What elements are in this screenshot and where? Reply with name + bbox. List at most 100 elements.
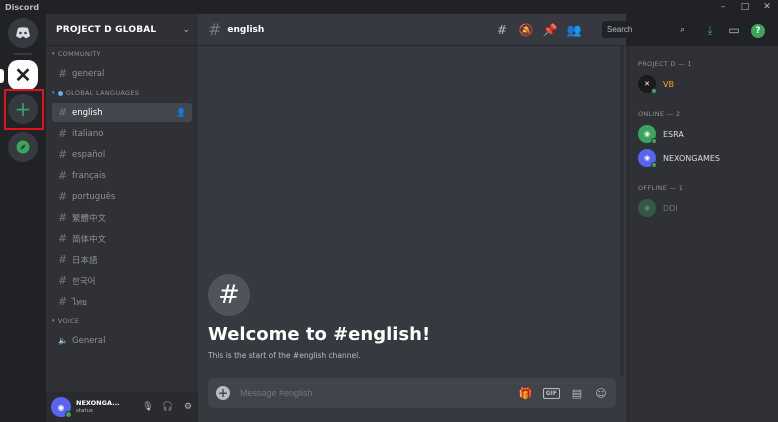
gift-icon[interactable]: 🎁 bbox=[519, 387, 533, 400]
app-title: Discord bbox=[5, 2, 40, 12]
avatar: ◉ bbox=[638, 199, 656, 217]
channel-label: português bbox=[72, 191, 116, 202]
add-user-icon[interactable]: 👤 bbox=[176, 108, 186, 117]
plus-icon: + bbox=[14, 97, 32, 121]
welcome-title: Welcome to #english! bbox=[208, 324, 431, 345]
help-icon: ? bbox=[751, 24, 765, 38]
avatar[interactable]: ◉ bbox=[51, 397, 72, 418]
gif-button[interactable]: GIF bbox=[542, 387, 560, 399]
message-input[interactable] bbox=[240, 388, 509, 398]
compass-icon bbox=[16, 140, 30, 154]
sticker-icon[interactable]: ▤ bbox=[570, 387, 584, 400]
channel-traditional-chinese[interactable]: # 繁體中文 bbox=[52, 208, 192, 227]
online-status-dot bbox=[651, 88, 657, 94]
member-item[interactable]: ◉ NEXONGAMES bbox=[630, 146, 778, 170]
channel-italiano[interactable]: # italiano bbox=[52, 124, 192, 143]
hash-icon: # bbox=[58, 67, 68, 80]
channel-english[interactable]: # english 👤 bbox=[52, 103, 192, 122]
globe-icon bbox=[57, 90, 63, 96]
header-toolbar: # 🔕 📌 👥 bbox=[490, 14, 586, 46]
headphones-icon[interactable]: 🎧 bbox=[158, 402, 178, 412]
hash-icon: # bbox=[58, 106, 68, 119]
channel-espanol[interactable]: # español bbox=[52, 145, 192, 164]
hash-icon: # bbox=[58, 295, 68, 308]
avatar: ◉ bbox=[638, 149, 657, 168]
hash-icon: # bbox=[58, 274, 68, 287]
hash-icon: # bbox=[58, 127, 68, 140]
upload-button[interactable]: + bbox=[216, 386, 230, 400]
category-community[interactable]: ▾ COMMUNITY bbox=[46, 46, 198, 62]
member-name: VB bbox=[663, 79, 674, 89]
member-item[interactable]: ◉ DDI bbox=[630, 196, 778, 220]
inbox-icon[interactable]: ▭ bbox=[722, 23, 746, 37]
hash-icon: # bbox=[58, 211, 68, 224]
channel-korean[interactable]: # 한국어 bbox=[52, 271, 192, 290]
member-name: ESRA bbox=[663, 129, 684, 139]
minimize-button[interactable]: – bbox=[712, 0, 734, 14]
channel-sidebar: PROJECT D GLOBAL ⌄ ▾ COMMUNITY # general … bbox=[46, 14, 198, 422]
channel-label: ไทย bbox=[72, 297, 87, 308]
threads-icon[interactable]: # bbox=[490, 23, 514, 37]
online-status-dot bbox=[651, 138, 657, 144]
member-name: DDI bbox=[663, 203, 678, 213]
member-group-label: PROJECT D — 1 bbox=[638, 60, 692, 68]
category-global-languages[interactable]: ▾ GLOBAL LANGUAGES bbox=[46, 85, 198, 101]
category-voice[interactable]: ▾ VOICE bbox=[46, 313, 198, 329]
guild-name: PROJECT D GLOBAL bbox=[56, 24, 157, 35]
search-input[interactable] bbox=[607, 25, 680, 34]
channel-hash-badge: # bbox=[208, 274, 250, 316]
gear-icon[interactable]: ⚙ bbox=[178, 402, 198, 412]
channel-simplified-chinese[interactable]: # 简体中文 bbox=[52, 229, 192, 248]
channel-label: 繁體中文 bbox=[72, 213, 107, 224]
caret-down-icon: ▾ bbox=[52, 318, 55, 324]
channel-thai[interactable]: # ไทย bbox=[52, 292, 192, 311]
hash-icon: # bbox=[58, 253, 68, 266]
search-box[interactable]: ⌕ bbox=[602, 21, 690, 38]
chat-area: # english # Welcome to #english! This is… bbox=[198, 14, 626, 422]
chat-scrollbar[interactable] bbox=[620, 46, 624, 376]
hash-icon: # bbox=[58, 169, 68, 182]
hash-icon: # bbox=[58, 148, 68, 161]
members-icon[interactable]: 👥 bbox=[562, 23, 586, 37]
title-bar: Discord – □ ✕ bbox=[0, 0, 778, 14]
active-server-indicator bbox=[0, 69, 4, 83]
help-button[interactable]: ? bbox=[746, 22, 770, 38]
microphone-icon[interactable]: 🎙 bbox=[138, 402, 158, 412]
pin-icon[interactable]: 📌 bbox=[538, 23, 562, 37]
emoji-icon[interactable]: ☺ bbox=[594, 387, 608, 400]
discord-home-icon bbox=[16, 27, 30, 39]
channel-general[interactable]: # general bbox=[52, 64, 192, 83]
header-actions: ⤓ ▭ ? bbox=[698, 14, 770, 46]
add-server-button[interactable]: + bbox=[8, 94, 38, 124]
hash-icon: # bbox=[58, 232, 68, 245]
online-status-dot bbox=[651, 162, 657, 168]
channel-title: english bbox=[227, 24, 265, 35]
explore-servers-button[interactable] bbox=[8, 132, 38, 162]
channel-francais[interactable]: # français bbox=[52, 166, 192, 185]
server-project-d[interactable]: ✕ bbox=[8, 60, 38, 90]
rail-separator bbox=[14, 53, 32, 55]
server-rail: ✕ + bbox=[0, 14, 46, 422]
home-button[interactable] bbox=[8, 18, 38, 48]
channel-japanese[interactable]: # 日本語 bbox=[52, 250, 192, 269]
category-label: COMMUNITY bbox=[57, 50, 101, 58]
member-item[interactable]: ✕ VB bbox=[630, 72, 778, 96]
member-item[interactable]: ◉ ESRA bbox=[630, 122, 778, 146]
maximize-button[interactable]: □ bbox=[734, 0, 756, 14]
search-icon: ⌕ bbox=[679, 24, 685, 35]
category-label: VOICE bbox=[57, 317, 80, 325]
avatar: ◉ bbox=[638, 125, 657, 144]
guild-header[interactable]: PROJECT D GLOBAL ⌄ bbox=[46, 14, 198, 46]
close-button[interactable]: ✕ bbox=[756, 0, 778, 14]
channel-label: français bbox=[72, 170, 106, 181]
chevron-down-icon: ⌄ bbox=[182, 24, 190, 35]
hash-icon: # bbox=[208, 20, 222, 39]
channel-portugues[interactable]: # português bbox=[52, 187, 192, 206]
category-label: GLOBAL LANGUAGES bbox=[65, 89, 140, 97]
download-icon[interactable]: ⤓ bbox=[698, 23, 722, 38]
channel-label: General bbox=[72, 335, 106, 346]
channel-label: español bbox=[72, 149, 106, 160]
mute-bell-icon[interactable]: 🔕 bbox=[514, 23, 538, 37]
username: NEXONGA... bbox=[76, 400, 120, 408]
voice-channel-general[interactable]: 🔈 General bbox=[52, 331, 192, 350]
